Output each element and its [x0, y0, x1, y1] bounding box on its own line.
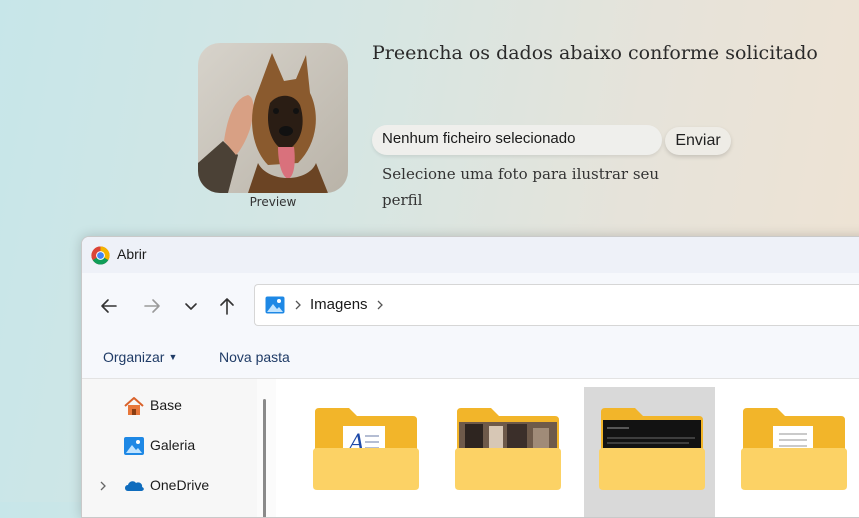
folder-item-selected[interactable] [584, 387, 715, 517]
upload-hint: Selecione uma foto para ilustrar seu per… [382, 165, 660, 209]
sidebar-item-label: Galeria [150, 437, 196, 453]
dialog-navbar: Imagens [82, 273, 859, 337]
arrow-left-icon[interactable] [98, 295, 120, 317]
chevron-right-icon[interactable] [98, 479, 108, 493]
home-icon [124, 397, 144, 415]
sidebar-item-onedrive[interactable]: OneDrive [82, 471, 257, 501]
sidebar-scrollbar[interactable] [263, 399, 266, 517]
command-bar: Organizar ▼ Nova pasta [82, 337, 859, 379]
file-list: A [276, 379, 859, 517]
folder-icon [599, 408, 705, 490]
breadcrumb-current[interactable]: Imagens [310, 296, 368, 313]
folder-icon [741, 408, 847, 490]
navigation-pane: Base Galeria OneDrive [82, 379, 257, 517]
folder-item[interactable] [726, 387, 857, 517]
caret-down-icon: ▼ [168, 352, 178, 362]
pictures-icon [265, 296, 285, 314]
chevron-right-icon [295, 300, 301, 310]
dialog-titlebar: Abrir [82, 237, 859, 273]
folder-item[interactable]: A [298, 387, 429, 517]
folder-item[interactable] [440, 387, 571, 517]
cloud-icon [125, 481, 144, 491]
arrow-right-icon[interactable] [141, 295, 163, 317]
address-bar[interactable]: Imagens [254, 284, 859, 326]
chevron-right-icon[interactable] [375, 296, 385, 314]
organize-label: Organizar [103, 349, 165, 365]
folder-icon: A [313, 408, 419, 490]
chrome-icon [91, 246, 110, 265]
sidebar-item-galeria[interactable]: Galeria [82, 431, 257, 461]
open-file-dialog: Abrir Imagens Organizar ▼ Nova pasta Bas… [81, 236, 859, 518]
file-input[interactable]: Nenhum ficheiro selecionado [372, 125, 662, 155]
chevron-down-icon[interactable] [180, 295, 202, 317]
form-title: Preencha os dados abaixo conforme solici… [372, 42, 818, 64]
sidebar-item-label: Base [150, 397, 182, 413]
sidebar-item-base[interactable]: Base [82, 391, 257, 421]
preview-label: Preview [249, 195, 297, 209]
dialog-title: Abrir [117, 246, 147, 262]
arrow-up-icon[interactable] [216, 295, 238, 317]
submit-button[interactable]: Enviar [665, 127, 731, 155]
sidebar-item-label: OneDrive [150, 477, 210, 493]
organize-button[interactable]: Organizar ▼ [103, 349, 177, 365]
folder-icon [455, 408, 561, 490]
profile-preview-image [198, 43, 348, 193]
new-folder-button[interactable]: Nova pasta [219, 349, 290, 365]
gallery-icon [124, 437, 144, 455]
